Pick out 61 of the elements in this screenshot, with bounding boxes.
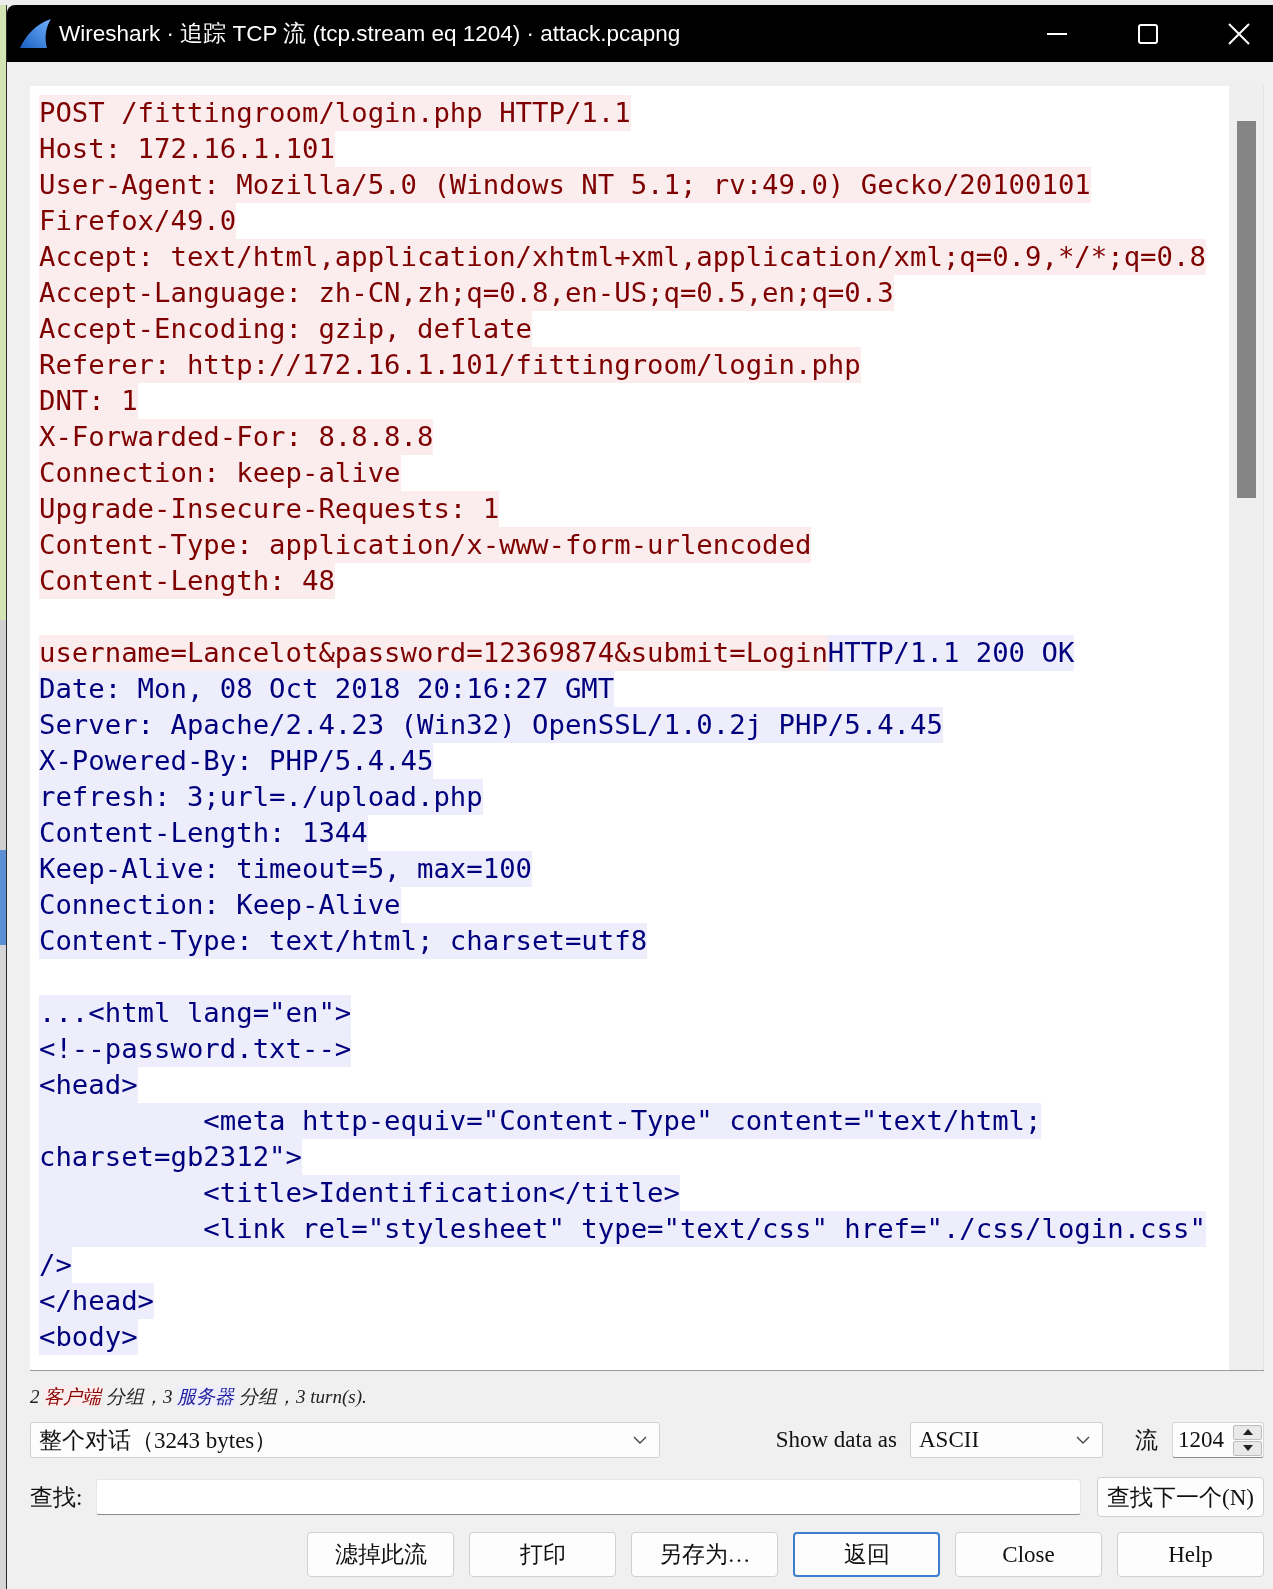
stream-summary-text: 2 客户端 分组，3 服务器 分组，3 turn(s). <box>30 1385 368 1409</box>
response-text: <meta http-equiv="Content-Type" content="text/html; <box>39 1103 1042 1139</box>
response-text: <body> <box>39 1319 138 1355</box>
request-text: POST /fittingroom/login.php HTTP/1.1 <box>39 95 631 131</box>
request-text: Upgrade-Insecure-Requests: 1 <box>39 491 500 527</box>
response-text: Connection: Keep-Alive <box>39 887 401 923</box>
show-data-as-label: Show data as <box>775 1427 897 1453</box>
request-text: Referer: http://172.16.1.101/fittingroom/login.php <box>39 347 861 383</box>
chevron-down-icon <box>633 1436 647 1444</box>
back-button[interactable]: 返回 <box>793 1532 940 1577</box>
spin-down-button[interactable] <box>1233 1440 1262 1456</box>
print-button[interactable]: 打印 <box>469 1532 616 1577</box>
minimize-icon <box>1047 32 1067 35</box>
request-text: Content-Type: application/x-www-form-urlencoded <box>39 527 812 563</box>
find-label: 查找: <box>30 1483 83 1512</box>
down-triangle-icon <box>1242 1445 1253 1451</box>
request-text: username=Lancelot&password=12369874&submit=Login <box>39 635 828 671</box>
response-text: Content-Length: 1344 <box>39 815 368 851</box>
response-text: Date: Mon, 08 Oct 2018 20:16:27 GMT <box>39 671 615 707</box>
request-text: Accept: text/html,application/xhtml+xml,application/xml;q=0.9,*/*;q=0.8 <box>39 239 1206 275</box>
scrollbar-thumb[interactable] <box>1237 121 1256 498</box>
maximize-icon <box>1138 23 1158 44</box>
response-text: charset=gb2312"> <box>39 1139 302 1175</box>
conversation-dropdown[interactable]: 整个对话（3243 bytes） <box>30 1422 660 1458</box>
response-text: Keep-Alive: timeout=5, max=100 <box>39 851 533 887</box>
response-text: <link rel="stylesheet" type="text/css" href="./css/login.css" <box>39 1211 1206 1247</box>
save-as-button[interactable]: 另存为… <box>631 1532 778 1577</box>
request-text: Firefox/49.0 <box>39 203 237 239</box>
request-text: X-Forwarded-For: 8.8.8.8 <box>39 419 434 455</box>
chevron-down-icon <box>1076 1436 1090 1444</box>
response-text: <!--password.txt--> <box>39 1031 352 1067</box>
response-text: ...<html lang="en"> <box>39 995 352 1031</box>
response-text: X-Powered-By: PHP/5.4.45 <box>39 743 434 779</box>
stream-number-spinbox[interactable]: 1204 <box>1172 1422 1264 1458</box>
request-text: Content-Length: 48 <box>39 563 335 599</box>
up-triangle-icon <box>1242 1429 1253 1435</box>
shark-fin-icon <box>20 19 51 48</box>
response-text: Content-Type: text/html; charset=utf8 <box>39 923 648 959</box>
find-input-field[interactable] <box>96 1479 1081 1515</box>
response-text: refresh: 3;url=./upload.php <box>39 779 483 815</box>
response-text: </head> <box>39 1283 155 1319</box>
close-button[interactable]: Close <box>955 1532 1102 1577</box>
find-next-button[interactable]: 查找下一个(N) <box>1097 1477 1264 1517</box>
filter-stream-button[interactable]: 滤掉此流 <box>307 1532 454 1577</box>
response-text: Server: Apache/2.4.23 (Win32) OpenSSL/1.0.2j PHP/5.4.45 <box>39 707 943 743</box>
window-title: Wireshark · 追踪 TCP 流 (tcp.stream eq 1204) · attack.pcapng <box>59 20 681 48</box>
stream-number-label: 流 <box>1135 1426 1158 1455</box>
request-text: Host: 172.16.1.101 <box>39 131 335 167</box>
request-text: DNT: 1 <box>39 383 138 419</box>
response-text: <head> <box>39 1067 138 1103</box>
request-text: User-Agent: Mozilla/5.0 (Windows NT 5.1; rv:49.0) Gecko/20100101 <box>39 167 1091 203</box>
request-text: Accept-Language: zh-CN,zh;q=0.8,en-US;q=0.5,en;q=0.3 <box>39 275 894 311</box>
close-icon <box>1228 22 1250 45</box>
help-button[interactable]: Help <box>1117 1532 1264 1577</box>
response-text: /> <box>39 1247 72 1283</box>
request-text: Connection: keep-alive <box>39 455 401 491</box>
request-text: Accept-Encoding: gzip, deflate <box>39 311 533 347</box>
data-format-dropdown[interactable]: ASCII <box>910 1422 1103 1458</box>
response-text: <title>Identification</title> <box>39 1175 680 1211</box>
spin-up-button[interactable] <box>1233 1424 1262 1440</box>
response-text: HTTP/1.1 200 OK <box>827 635 1075 671</box>
